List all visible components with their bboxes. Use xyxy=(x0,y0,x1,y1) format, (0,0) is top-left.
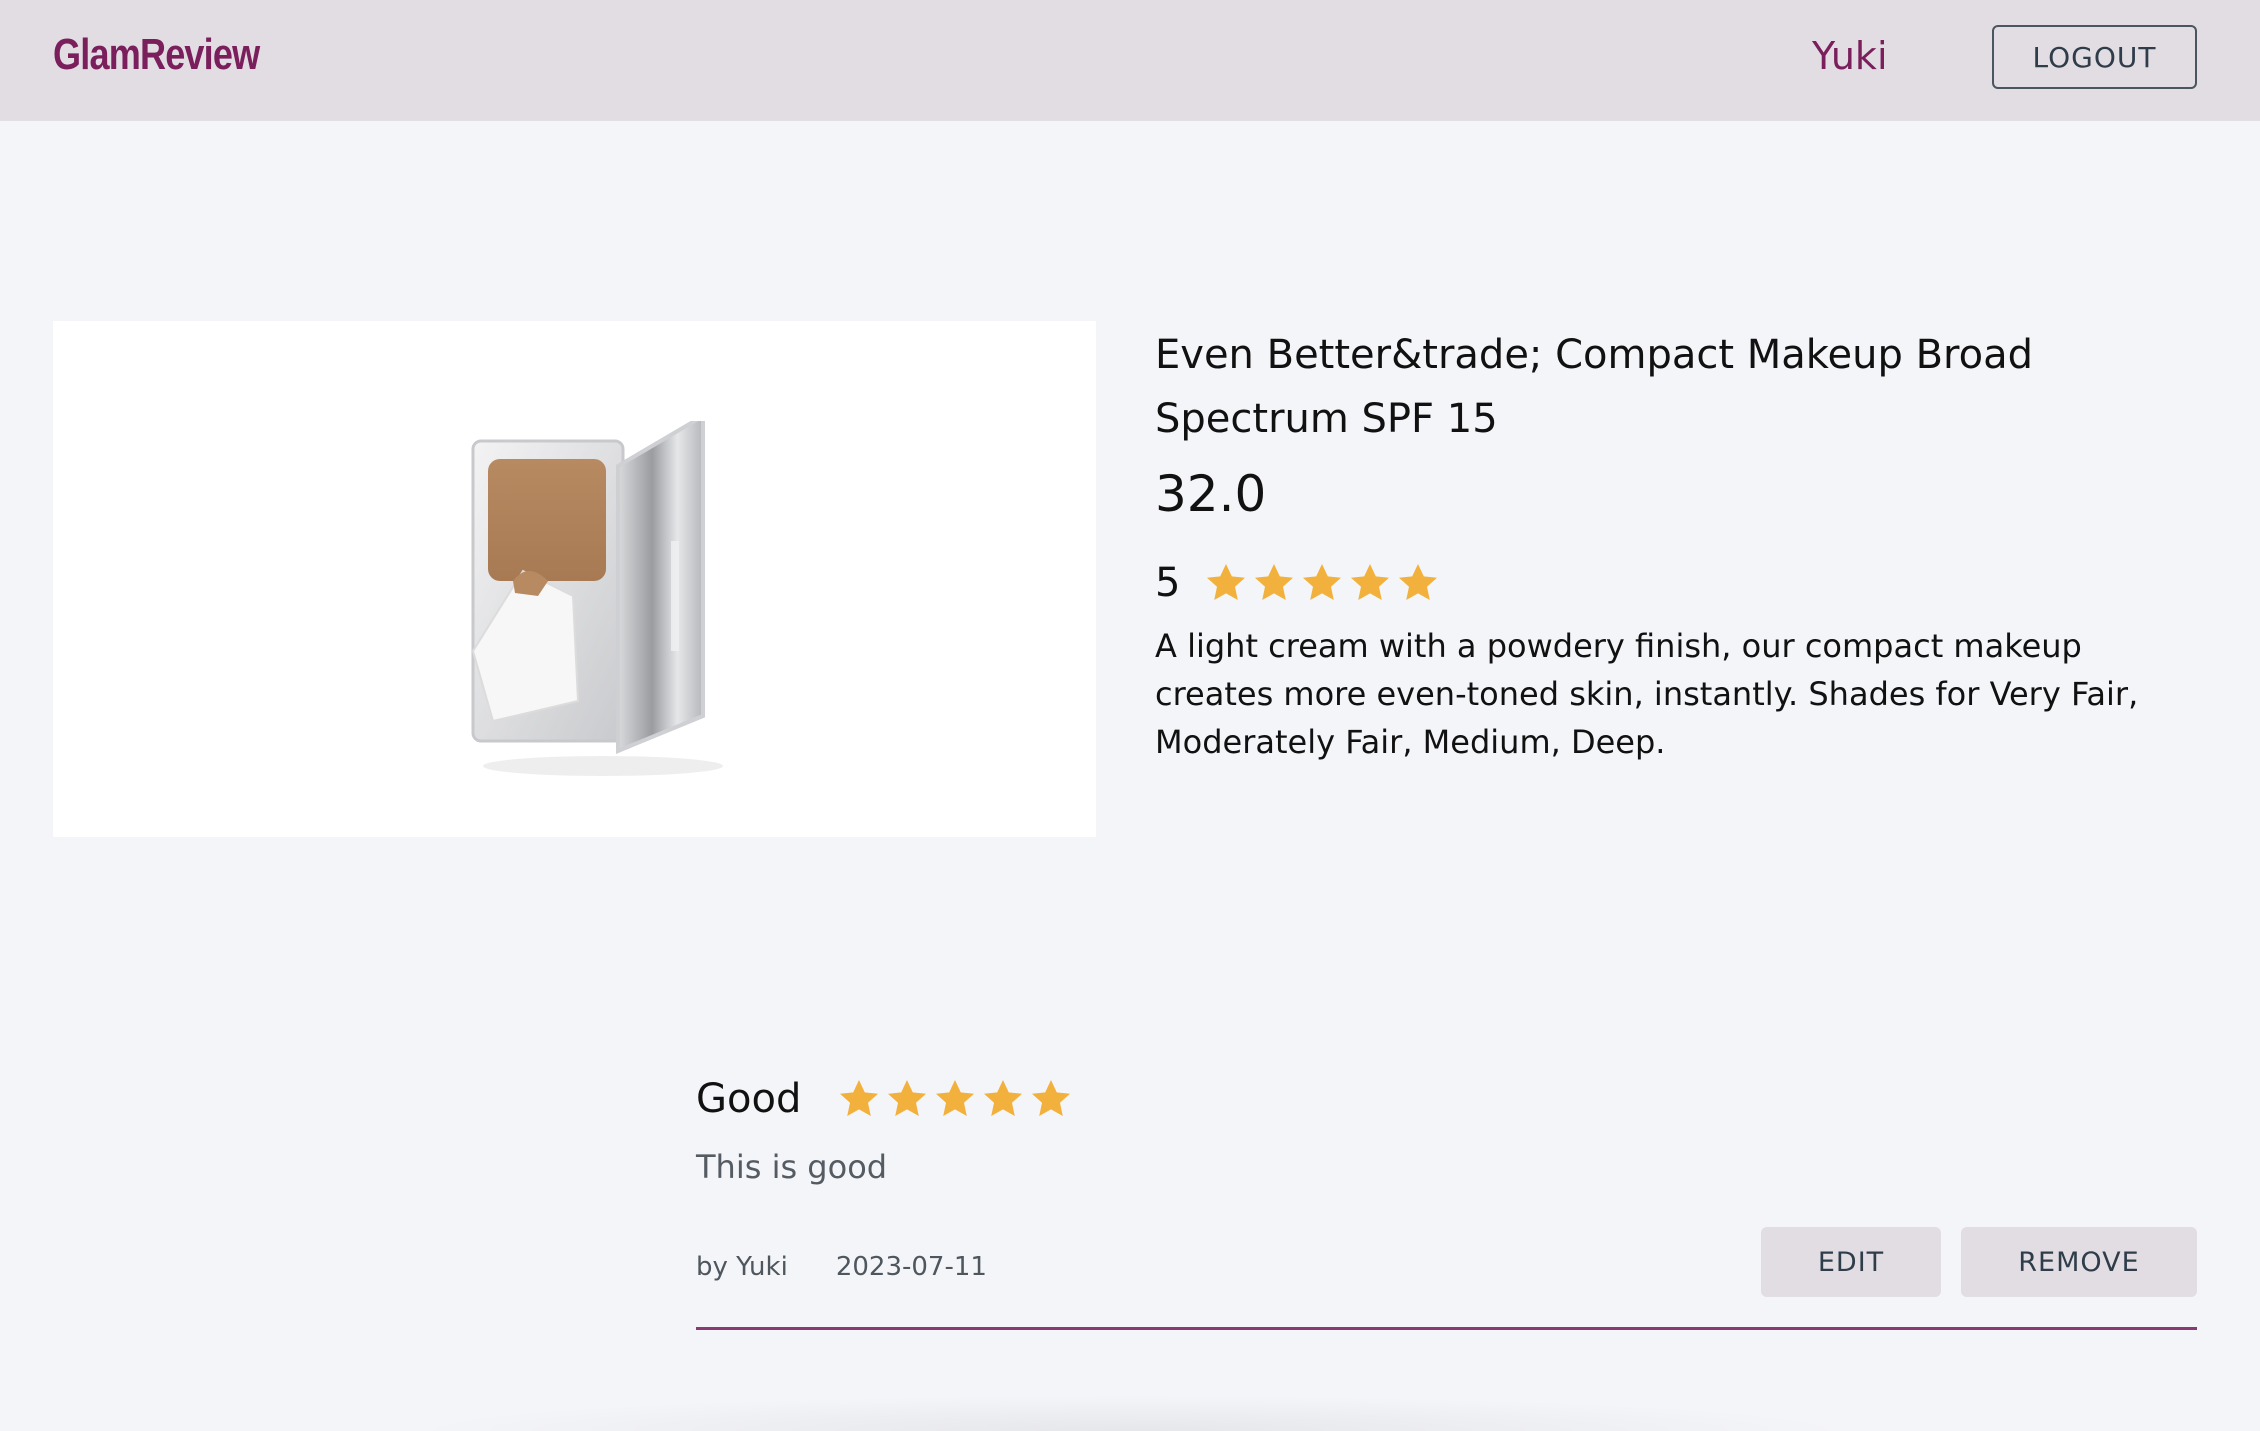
review-meta: by Yuki 2023-07-11 xyxy=(696,1252,987,1282)
star-icon xyxy=(1027,1075,1075,1123)
product-rating-value: 5 xyxy=(1155,560,1181,606)
review-title: Good xyxy=(696,1076,802,1122)
star-icon xyxy=(1298,559,1346,607)
remove-review-button[interactable]: REMOVE xyxy=(1961,1227,2197,1297)
star-icon xyxy=(979,1075,1027,1123)
review-stars xyxy=(835,1075,1075,1123)
username-label[interactable]: Yuki xyxy=(1812,34,1888,78)
product-rating: 5 xyxy=(1155,553,1442,613)
product-title: Even Better&trade; Compact Makeup Broad … xyxy=(1155,332,2033,442)
review-date: 2023-07-11 xyxy=(835,1252,987,1282)
review-author: by Yuki xyxy=(696,1252,788,1282)
top-navbar: GlamReview Yuki LOGOUT xyxy=(0,0,2260,121)
star-icon xyxy=(1202,559,1250,607)
star-icon xyxy=(1346,559,1394,607)
product-rating-stars xyxy=(1202,559,1442,607)
product-description: A light cream with a powdery finish, our… xyxy=(1155,627,2139,761)
footer-shadow xyxy=(400,1395,1860,1431)
product-price: 32.0 xyxy=(1155,465,1267,523)
star-icon xyxy=(1250,559,1298,607)
product-image xyxy=(53,321,1096,837)
star-icon xyxy=(931,1075,979,1123)
star-icon xyxy=(883,1075,931,1123)
compact-makeup-illustration xyxy=(471,421,723,776)
logout-button[interactable]: LOGOUT xyxy=(1992,25,2197,89)
review-item: Good This is good by Yuki 2023-07-11 EDI… xyxy=(696,1070,2197,1330)
star-icon xyxy=(835,1075,883,1123)
review-body: This is good xyxy=(696,1148,888,1186)
review-header: Good xyxy=(696,1075,1075,1123)
brand-logo[interactable]: GlamReview xyxy=(53,30,260,80)
edit-review-button[interactable]: EDIT xyxy=(1761,1227,1941,1297)
star-icon xyxy=(1394,559,1442,607)
